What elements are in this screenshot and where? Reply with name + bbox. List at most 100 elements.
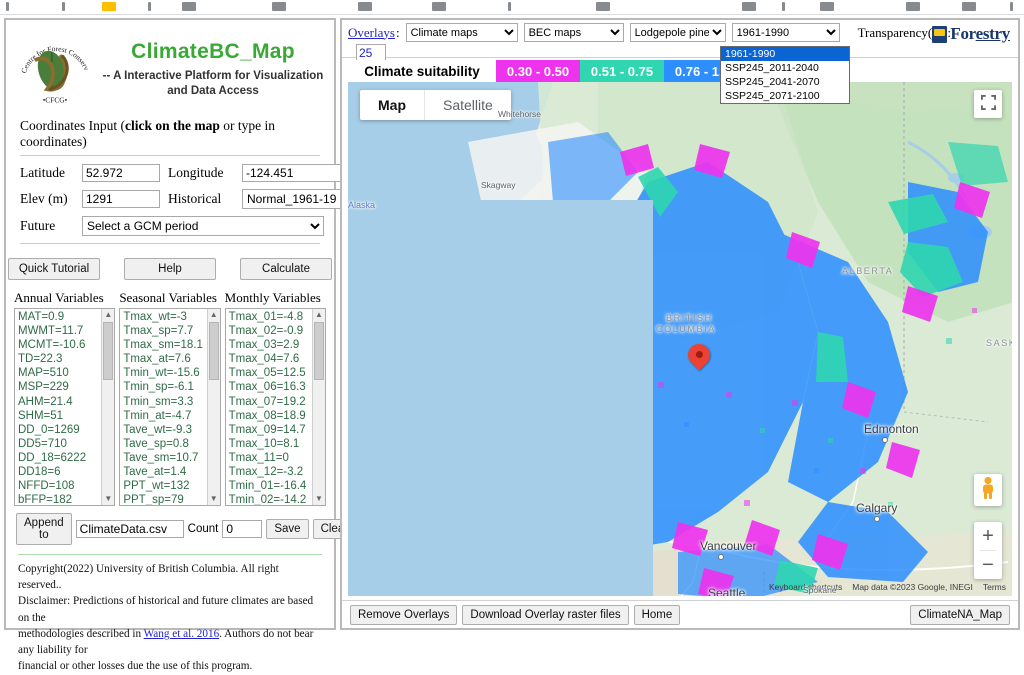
home-button[interactable]: Home bbox=[633, 604, 681, 625]
bookmark-item[interactable] bbox=[906, 2, 920, 11]
seasonal-variable-item[interactable]: Tmax_at=7.6 bbox=[123, 352, 217, 366]
map-type-map-button[interactable]: Map bbox=[360, 90, 424, 120]
annual-variable-item[interactable]: DD_18=6222 bbox=[18, 451, 112, 465]
overlays-label[interactable]: Overlays bbox=[348, 25, 395, 41]
annual-variable-item[interactable]: DD18=6 bbox=[18, 465, 112, 479]
bookmark-item[interactable] bbox=[358, 2, 372, 11]
location-marker[interactable] bbox=[683, 339, 715, 374]
remove-overlays-button[interactable]: Remove Overlays bbox=[350, 604, 458, 625]
bookmark-item[interactable] bbox=[148, 2, 151, 11]
monthly-variable-item[interactable]: Tmax_01=-4.8 bbox=[229, 310, 323, 324]
help-button[interactable]: Help bbox=[124, 258, 216, 280]
period-option-2[interactable]: SSP245_2041-2070 bbox=[721, 75, 849, 89]
annual-variable-item[interactable]: MAP=510 bbox=[18, 366, 112, 380]
zoom-out-button[interactable]: − bbox=[974, 551, 1002, 579]
annual-variable-item[interactable]: MSP=229 bbox=[18, 380, 112, 394]
annual-variable-item[interactable]: NFFD=108 bbox=[18, 479, 112, 493]
scroll-thumb[interactable] bbox=[208, 322, 219, 380]
monthly-variable-item[interactable]: Tmax_04=7.6 bbox=[229, 352, 323, 366]
bookmark-item[interactable] bbox=[962, 2, 976, 11]
annual-variable-item[interactable]: bFFP=182 bbox=[18, 493, 112, 505]
scroll-thumb[interactable] bbox=[103, 322, 114, 380]
terms-link[interactable]: Terms bbox=[983, 582, 1006, 592]
monthly-variable-item[interactable]: Tmax_11=0 bbox=[229, 451, 323, 465]
scroll-down-icon[interactable]: ▼ bbox=[207, 493, 220, 505]
monthly-variables-listbox[interactable]: Tmax_01=-4.8 Tmax_02=-0.9 Tmax_03=2.9 Tmax_… bbox=[224, 308, 326, 506]
elevation-input[interactable] bbox=[82, 190, 160, 208]
wang-et-al-link[interactable]: Wang et al. 2016 bbox=[144, 628, 220, 640]
monthly-variable-item[interactable]: Tmax_05=12.5 bbox=[229, 366, 323, 380]
monthly-variable-item[interactable]: Tmin_02=-14.2 bbox=[229, 493, 323, 505]
monthly-variable-item[interactable]: Tmax_08=18.9 bbox=[229, 409, 323, 423]
monthly-variable-item[interactable]: Tmax_07=19.2 bbox=[229, 395, 323, 409]
bookmark-item[interactable] bbox=[182, 2, 196, 11]
historical-select[interactable]: Normal_1961-1990 bbox=[242, 189, 354, 209]
period-select[interactable]: 1961-1990 bbox=[731, 23, 840, 42]
bookmark-item[interactable] bbox=[62, 2, 65, 11]
seasonal-variable-item[interactable]: Tave_sp=0.8 bbox=[123, 437, 217, 451]
annual-variable-item[interactable]: AHM=21.4 bbox=[18, 395, 112, 409]
seasonal-variable-item[interactable]: Tave_sm=10.7 bbox=[123, 451, 217, 465]
bookmark-item[interactable] bbox=[272, 2, 286, 11]
climate-maps-select[interactable]: Climate maps bbox=[405, 23, 518, 42]
bec-maps-select[interactable]: BEC maps bbox=[523, 23, 624, 42]
monthly-variable-item[interactable]: Tmax_06=16.3 bbox=[229, 380, 323, 394]
monthly-variable-item[interactable]: Tmax_10=8.1 bbox=[229, 437, 323, 451]
seasonal-variable-item[interactable]: Tave_at=1.4 bbox=[123, 465, 217, 479]
monthly-variable-item[interactable]: Tmax_03=2.9 bbox=[229, 338, 323, 352]
google-map-viewport[interactable]: Map Satellite + − Whitehorse Skagway Ala… bbox=[348, 82, 1012, 596]
scroll-up-icon[interactable]: ▲ bbox=[207, 309, 220, 321]
browser-bookmarks-bar[interactable] bbox=[0, 0, 1024, 15]
filename-input[interactable] bbox=[75, 520, 184, 538]
bookmark-item[interactable] bbox=[1010, 2, 1013, 11]
scroll-up-icon[interactable]: ▲ bbox=[102, 309, 115, 321]
quick-tutorial-button[interactable]: Quick Tutorial bbox=[8, 258, 100, 280]
seasonal-variable-item[interactable]: Tmax_wt=-3 bbox=[123, 310, 217, 324]
bookmark-item[interactable] bbox=[6, 2, 9, 11]
scroll-thumb[interactable] bbox=[313, 322, 324, 380]
bookmark-item[interactable] bbox=[742, 2, 756, 11]
annual-variable-item[interactable]: TD=22.3 bbox=[18, 352, 112, 366]
annual-variable-item[interactable]: SHM=51 bbox=[18, 409, 112, 423]
latitude-input[interactable] bbox=[82, 164, 160, 182]
period-dropdown-open-list[interactable]: 1961-1990 SSP245_2011-2040 SSP245_2041-207… bbox=[720, 46, 850, 104]
monthly-variable-item[interactable]: Tmax_09=14.7 bbox=[229, 423, 323, 437]
scroll-down-icon[interactable]: ▼ bbox=[102, 493, 115, 505]
annual-variable-item[interactable]: DD_0=1269 bbox=[18, 423, 112, 437]
seasonal-variables-listbox[interactable]: Tmax_wt=-3 Tmax_sp=7.7 Tmax_sm=18.1 Tmax_at… bbox=[119, 308, 221, 506]
longitude-input[interactable] bbox=[242, 164, 354, 182]
seasonal-variable-item[interactable]: Tmax_sm=18.1 bbox=[123, 338, 217, 352]
append-to-button[interactable]: Append to bbox=[16, 513, 72, 545]
annual-variable-item[interactable]: MWMT=11.7 bbox=[18, 324, 112, 338]
street-view-pegman-button[interactable] bbox=[974, 474, 1002, 506]
calculate-button[interactable]: Calculate bbox=[240, 258, 332, 280]
period-option-3[interactable]: SSP245_2071-2100 bbox=[721, 89, 849, 103]
bookmark-item[interactable] bbox=[596, 2, 610, 11]
future-gcm-select[interactable]: Select a GCM period bbox=[82, 216, 324, 236]
annual-variable-item[interactable]: MAT=0.9 bbox=[18, 310, 112, 324]
monthly-variable-item[interactable]: Tmax_02=-0.9 bbox=[229, 324, 323, 338]
seasonal-variable-item[interactable]: Tmin_sm=3.3 bbox=[123, 395, 217, 409]
seasonal-variable-item[interactable]: Tave_wt=-9.3 bbox=[123, 423, 217, 437]
climatena-map-button[interactable]: ClimateNA_Map bbox=[910, 604, 1010, 625]
seasonal-variable-item[interactable]: Tmin_sp=-6.1 bbox=[123, 380, 217, 394]
seasonal-variable-item[interactable]: Tmax_sp=7.7 bbox=[123, 324, 217, 338]
save-button[interactable]: Save bbox=[266, 519, 309, 539]
bookmark-item[interactable] bbox=[432, 2, 446, 11]
bookmark-item[interactable] bbox=[782, 2, 785, 11]
count-input[interactable] bbox=[222, 520, 263, 538]
seasonal-scrollbar[interactable]: ▲ ▼ bbox=[206, 309, 220, 505]
download-raster-button[interactable]: Download Overlay raster files bbox=[462, 604, 629, 625]
fullscreen-button[interactable] bbox=[974, 90, 1002, 118]
scroll-up-icon[interactable]: ▲ bbox=[312, 309, 325, 321]
bookmark-item[interactable] bbox=[508, 2, 511, 11]
seasonal-variable-item[interactable]: PPT_wt=132 bbox=[123, 479, 217, 493]
annual-variable-item[interactable]: MCMT=-10.6 bbox=[18, 338, 112, 352]
annual-variables-listbox[interactable]: MAT=0.9 MWMT=11.7 MCMT=-10.6 TD=22.3 MAP=510… bbox=[14, 308, 116, 506]
monthly-variable-item[interactable]: Tmax_12=-3.2 bbox=[229, 465, 323, 479]
period-option-0[interactable]: 1961-1990 bbox=[721, 47, 849, 61]
scroll-down-icon[interactable]: ▼ bbox=[312, 493, 325, 505]
monthly-variable-item[interactable]: Tmin_01=-16.4 bbox=[229, 479, 323, 493]
annual-scrollbar[interactable]: ▲ ▼ bbox=[101, 309, 115, 505]
seasonal-variable-item[interactable]: Tmin_wt=-15.6 bbox=[123, 366, 217, 380]
